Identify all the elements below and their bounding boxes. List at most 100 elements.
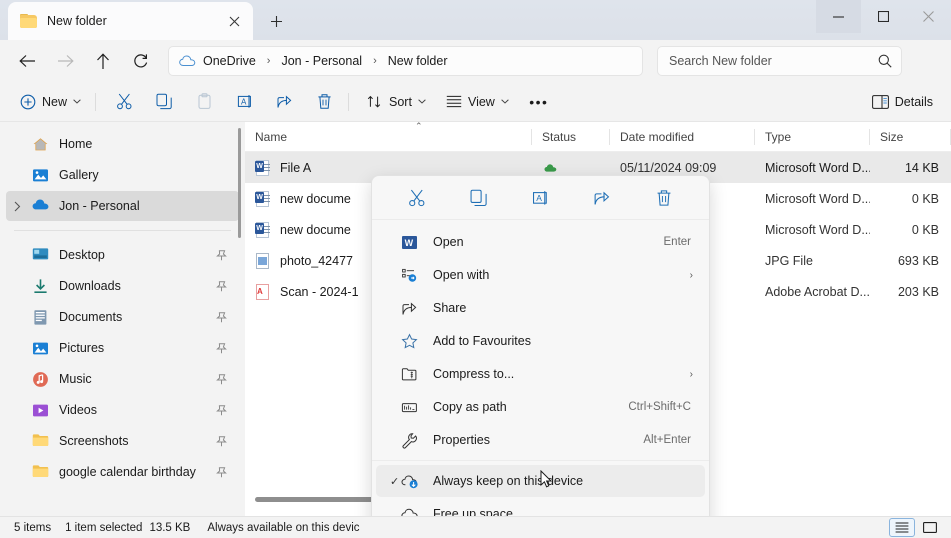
close-window-button[interactable] (906, 0, 951, 33)
sidebar-item-desktop[interactable]: Desktop (6, 240, 239, 270)
sidebar-item-music[interactable]: Music (6, 364, 239, 394)
sidebar-item-documents[interactable]: Documents (6, 302, 239, 332)
delete-button[interactable] (647, 182, 681, 214)
sidebar-scrollbar[interactable] (238, 128, 241, 238)
sidebar-item-downloads[interactable]: Downloads (6, 271, 239, 301)
forward-button[interactable] (48, 45, 82, 77)
context-menu-item-add-to-favourites[interactable]: Add to Favourites (376, 325, 705, 357)
browser-tab-new-folder[interactable]: New folder (8, 2, 253, 40)
sidebar-item-gallery[interactable]: Gallery (6, 160, 239, 190)
sidebar-item-google-calendar-birthday[interactable]: google calendar birthday (6, 457, 239, 487)
sidebar-item-label: Downloads (59, 279, 121, 293)
column-header-label: Type (765, 129, 792, 144)
onedrive-cloud-icon (32, 198, 49, 215)
list-view-icon[interactable] (889, 518, 915, 537)
column-header-size[interactable]: Size (870, 122, 951, 152)
view-button-label: View (467, 94, 495, 109)
column-header-label: Date modified (620, 129, 695, 144)
column-header-date-modified[interactable]: Date modified (610, 122, 755, 152)
breadcrumb-item-new-folder[interactable]: New folder (388, 54, 448, 68)
file-name-label: new docume (280, 222, 351, 237)
pin-icon[interactable] (216, 395, 227, 425)
breadcrumb[interactable]: OneDrive › Jon - Personal › New folder (168, 46, 643, 76)
context-menu-item-always-keep-on-this-device[interactable]: ✓ Always keep on this device (376, 465, 705, 497)
share-button[interactable] (266, 87, 302, 117)
folder-icon (32, 433, 49, 450)
wrench-icon (400, 431, 419, 450)
new-button[interactable]: New (12, 87, 89, 117)
folder-icon (32, 464, 49, 481)
view-button[interactable]: View (438, 87, 517, 117)
context-menu-item-properties[interactable]: Properties Alt+Enter (376, 424, 705, 456)
up-button[interactable] (86, 45, 120, 77)
pin-icon[interactable] (216, 333, 227, 363)
sort-button[interactable]: Sort (359, 87, 434, 117)
sidebar-item-home[interactable]: Home (6, 129, 239, 159)
pin-icon[interactable] (216, 457, 227, 487)
breadcrumb-item-onedrive[interactable]: OneDrive (203, 54, 256, 68)
sidebar-item-videos[interactable]: Videos (6, 395, 239, 425)
folder-icon (20, 13, 38, 29)
rename-button[interactable]: A (226, 87, 262, 117)
divider (95, 92, 97, 111)
chevron-right-icon: › (689, 368, 693, 380)
copy-button[interactable] (462, 182, 496, 214)
breadcrumb-separator: › (266, 55, 271, 67)
search-input[interactable] (669, 54, 878, 68)
column-header-type[interactable]: Type (755, 122, 870, 152)
context-menu-item-share[interactable]: Share (376, 292, 705, 324)
details-pane-button[interactable]: Details (864, 87, 941, 117)
context-menu-item-compress-to[interactable]: Compress to... › (376, 358, 705, 390)
ellipsis-icon: ••• (529, 93, 549, 110)
navigation-sidebar[interactable]: Home Gallery Jon - Personal Desktop Down… (0, 122, 245, 516)
tile-view-icon[interactable] (917, 518, 943, 537)
sidebar-item-jon-personal[interactable]: Jon - Personal (6, 191, 239, 221)
maximize-button[interactable] (861, 0, 906, 33)
paste-button[interactable] (186, 87, 222, 117)
back-button[interactable] (10, 45, 44, 77)
close-tab-icon[interactable] (221, 8, 247, 34)
context-menu-item-open-with[interactable]: Open with › (376, 259, 705, 291)
more-options-button[interactable]: ••• (521, 87, 557, 117)
file-type-cell: JPG File (765, 253, 813, 268)
cut-button[interactable] (106, 87, 142, 117)
copy-button[interactable] (146, 87, 182, 117)
star-icon (400, 332, 419, 351)
copy-path-icon (400, 398, 419, 417)
chevron-right-icon[interactable] (14, 191, 21, 221)
share-button[interactable] (585, 182, 619, 214)
refresh-button[interactable] (124, 45, 158, 77)
pin-icon[interactable] (216, 426, 227, 456)
breadcrumb-item-jon-personal[interactable]: Jon - Personal (281, 54, 362, 68)
sidebar-item-pictures[interactable]: Pictures (6, 333, 239, 363)
word-doc-icon: W (255, 190, 271, 208)
delete-button[interactable] (306, 87, 342, 117)
sidebar-item-label: Gallery (59, 168, 99, 182)
pin-icon[interactable] (216, 302, 227, 332)
chevron-down-icon (73, 99, 81, 104)
context-menu[interactable]: A W Open Enter Open with › Share Add to … (371, 175, 710, 538)
pin-icon[interactable] (216, 271, 227, 301)
context-menu-item-label: Copy as path (433, 400, 507, 414)
word-doc-icon: W (255, 221, 271, 239)
minimize-button[interactable] (816, 0, 861, 33)
pin-icon[interactable] (216, 364, 227, 394)
context-menu-item-open[interactable]: W Open Enter (376, 226, 705, 258)
pin-icon[interactable] (216, 240, 227, 270)
new-tab-button[interactable] (261, 6, 291, 36)
item-count-label: 5 items (14, 521, 52, 534)
column-header-name[interactable]: Name ⌃ (245, 121, 532, 152)
word-app-icon: W (400, 233, 419, 252)
chevron-down-icon (418, 99, 426, 104)
rename-button[interactable]: A (523, 182, 557, 214)
home-icon (32, 136, 49, 153)
search-icon (878, 54, 892, 68)
file-size-cell: 0 KB (911, 191, 939, 206)
address-bar-row: OneDrive › Jon - Personal › New folder (0, 40, 951, 82)
context-menu-item-copy-as-path[interactable]: Copy as path Ctrl+Shift+C (376, 391, 705, 423)
search-box[interactable] (657, 46, 902, 76)
column-header-status[interactable]: Status (532, 122, 610, 152)
cut-button[interactable] (400, 182, 434, 214)
context-menu-item-label: Share (433, 301, 467, 315)
sidebar-item-screenshots[interactable]: Screenshots (6, 426, 239, 456)
